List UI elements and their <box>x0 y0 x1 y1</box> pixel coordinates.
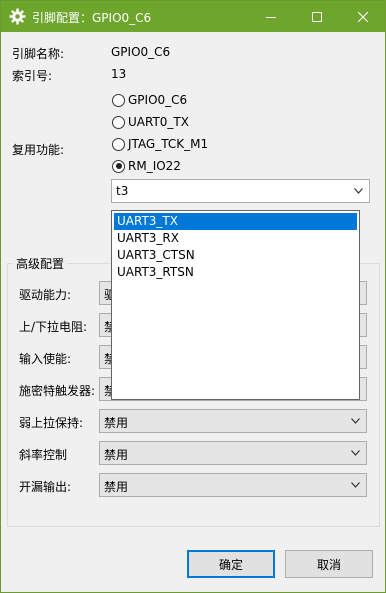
chevron-down-icon <box>351 450 360 456</box>
maximize-icon <box>312 11 322 22</box>
chevron-down-icon <box>351 418 360 424</box>
schmitt-trigger-label: 施密特触发器: <box>19 384 96 398</box>
window-title: 引脚配置：GPIO0_C6 <box>32 11 152 25</box>
slew-rate-value: 禁用 <box>104 448 129 462</box>
advanced-group-title: 高级配置 <box>13 255 68 272</box>
gear-icon <box>9 8 26 25</box>
pin-config-dialog: 引脚配置：GPIO0_C6 引脚名称: GPIO0_C6 索引号: 13 复用功… <box>0 0 386 593</box>
cancel-button[interactable]: 取消 <box>285 550 373 578</box>
minimize-icon <box>266 16 276 18</box>
open-drain-combo[interactable]: 禁用 <box>99 473 367 497</box>
close-button[interactable] <box>340 1 386 32</box>
slew-rate-combo[interactable]: 禁用 <box>99 441 367 465</box>
radio-circle <box>112 93 125 107</box>
radio-gpio0-c6[interactable]: GPIO0_C6 <box>112 92 187 108</box>
open-drain-label: 开漏输出: <box>19 480 72 494</box>
pin-name-label: 引脚名称: <box>12 47 65 61</box>
title-bar[interactable]: 引脚配置：GPIO0_C6 <box>1 1 385 32</box>
radio-jtag-tck-m1[interactable]: JTAG_TCK_M1 <box>112 136 208 152</box>
maximize-button[interactable] <box>294 1 340 32</box>
radio-label: RM_IO22 <box>128 159 181 173</box>
radio-circle <box>112 137 125 151</box>
dropdown-item-uart3-rx[interactable]: UART3_RX <box>114 230 357 247</box>
radio-uart0-tx[interactable]: UART0_TX <box>112 114 189 130</box>
index-value: 13 <box>111 67 127 81</box>
weak-pull-keep-label: 弱上拉保持: <box>19 416 84 430</box>
open-drain-value: 禁用 <box>104 480 129 494</box>
drive-strength-label: 驱动能力: <box>19 288 72 302</box>
radio-label: JTAG_TCK_M1 <box>128 137 209 151</box>
pull-resistor-label: 上/下拉电阻: <box>19 320 88 334</box>
dropdown-item-uart3-ctsn[interactable]: UART3_CTSN <box>114 247 357 264</box>
input-enable-label: 输入使能: <box>19 352 72 366</box>
radio-rm-io22[interactable]: RM_IO22 <box>112 158 181 174</box>
radio-label: UART0_TX <box>128 115 189 129</box>
radio-circle-checked <box>112 159 125 173</box>
close-icon <box>358 11 368 22</box>
dropdown-item-uart3-rtsn[interactable]: UART3_RTSN <box>114 264 357 281</box>
pin-name-value: GPIO0_C6 <box>111 45 171 59</box>
slew-rate-label: 斜率控制 <box>19 448 68 462</box>
ok-button[interactable]: 确定 <box>187 550 275 578</box>
weak-pull-keep-combo[interactable]: 禁用 <box>99 409 367 433</box>
rm-function-value: t3 <box>116 184 129 198</box>
chevron-down-icon <box>354 188 363 194</box>
minimize-button[interactable] <box>248 1 294 32</box>
mux-function-label: 复用功能: <box>12 143 65 157</box>
radio-circle <box>112 115 125 129</box>
index-label: 索引号: <box>12 69 53 83</box>
dropdown-item-uart3-tx[interactable]: UART3_TX <box>114 213 357 230</box>
rm-function-dropdown-list: UART3_TX UART3_RX UART3_CTSN UART3_RTSN <box>111 210 360 400</box>
chevron-down-icon <box>351 482 360 488</box>
radio-label: GPIO0_C6 <box>128 93 188 107</box>
rm-function-combo[interactable]: t3 <box>111 179 370 203</box>
weak-pull-keep-value: 禁用 <box>104 416 129 430</box>
